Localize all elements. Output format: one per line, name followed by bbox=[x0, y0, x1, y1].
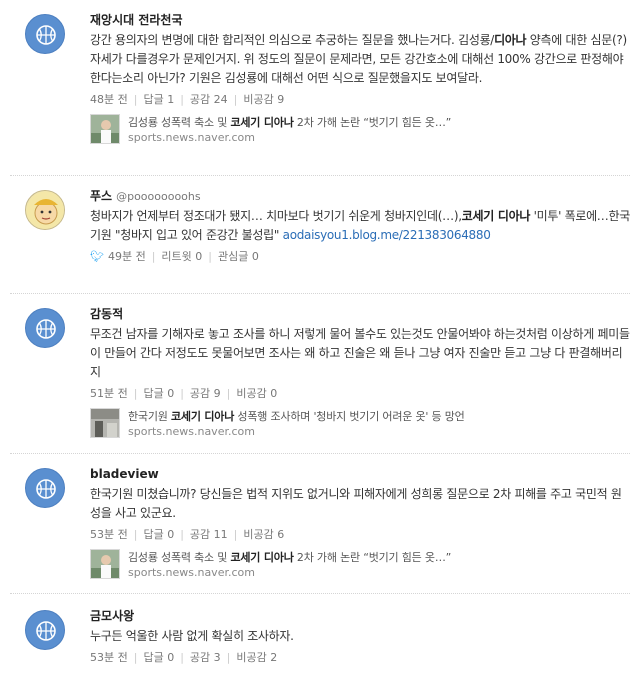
twitter-icon: 🐦︎ bbox=[90, 250, 104, 263]
news-thumbnail bbox=[90, 114, 120, 144]
dislike-button[interactable]: 비공감 0 bbox=[236, 386, 277, 402]
news-thumbnail bbox=[90, 549, 120, 579]
comment-text: 강간 용의자의 변명에 대한 합리적인 의심으로 추궁하는 질문을 했나는거다.… bbox=[90, 33, 627, 85]
timestamp: 49분 전 bbox=[107, 250, 146, 263]
like-button[interactable]: 공감 3 bbox=[190, 650, 221, 666]
reply-button[interactable]: 답글 1 bbox=[143, 92, 174, 108]
comment-meta: 51분 전 | 답글 0 | 공감 9 | 비공감 0 bbox=[90, 386, 278, 402]
comment-text: 누구든 억울한 사람 없게 확실히 조사하자. bbox=[90, 629, 294, 643]
author-name[interactable]: 푸스 @poooooooohs bbox=[90, 188, 630, 204]
basketball-icon[interactable] bbox=[25, 308, 65, 348]
comment-text: 한국기원 미쳤습니까? 당신들은 법적 지위도 없거니와 피해자에게 성희롱 질… bbox=[90, 487, 622, 520]
dislike-button[interactable]: 비공감 9 bbox=[243, 92, 284, 108]
news-title: 김성룡 성폭력 축소 및 코세기 디아나 2차 가해 논란 “벗기기 힘든 옷…… bbox=[128, 116, 452, 129]
like-button[interactable]: 공감 11 bbox=[190, 527, 228, 543]
comment-item: bladeview 한국기원 미쳤습니까? 당신들은 법적 지위도 없거니와 피… bbox=[0, 454, 640, 594]
comment-item: 금모사왕 누구든 억울한 사람 없게 확실히 조사하자. 53분 전 | 답글 0 |… bbox=[0, 594, 640, 674]
comment-meta: 48분 전 | 답글 1 | 공감 24 | 비공감 9 bbox=[90, 92, 285, 108]
author-handle: @poooooooohs bbox=[116, 190, 201, 203]
timestamp: 51분 전 bbox=[90, 387, 128, 400]
timestamp: 48분 전 bbox=[90, 93, 128, 106]
interest-button[interactable]: 관심글 0 bbox=[218, 249, 259, 265]
like-button[interactable]: 공감 24 bbox=[190, 92, 228, 108]
news-link[interactable]: 김성룡 성폭력 축소 및 코세기 디아나 2차 가해 논란 “벗기기 힘든 옷…… bbox=[90, 114, 630, 152]
author-name[interactable]: bladeview bbox=[90, 466, 630, 482]
timestamp: 53분 전 bbox=[90, 651, 128, 664]
reply-button[interactable]: 답글 0 bbox=[143, 650, 174, 666]
news-title: 한국기원 코세기 디아나 성폭행 조사하며 '청바지 벗기기 어려운 옷' 등 … bbox=[128, 410, 465, 423]
author-name[interactable]: 재앙시대 전라천국 bbox=[90, 12, 630, 28]
avatar[interactable] bbox=[25, 190, 65, 230]
reply-button[interactable]: 답글 0 bbox=[143, 527, 174, 543]
dislike-button[interactable]: 비공감 2 bbox=[236, 650, 277, 666]
news-source: sports.news.naver.com bbox=[128, 425, 255, 438]
comment-meta: 🐦︎ 49분 전 | 리트윗 0 | 관심글 0 bbox=[90, 249, 259, 265]
timestamp: 53분 전 bbox=[90, 528, 128, 541]
comment-meta: 53분 전 | 답글 0 | 공감 3 | 비공감 2 bbox=[90, 650, 278, 666]
basketball-icon[interactable] bbox=[25, 14, 65, 54]
comment-meta: 53분 전 | 답글 0 | 공감 11 | 비공감 6 bbox=[90, 527, 285, 543]
basketball-icon[interactable] bbox=[25, 610, 65, 650]
like-button[interactable]: 공감 9 bbox=[190, 386, 221, 402]
author-name[interactable]: 감동적 bbox=[90, 306, 630, 322]
news-source: sports.news.naver.com bbox=[128, 566, 255, 579]
news-source: sports.news.naver.com bbox=[128, 131, 255, 144]
basketball-icon[interactable] bbox=[25, 468, 65, 508]
comment-item: 재앙시대 전라천국 강간 용의자의 변명에 대한 합리적인 의심으로 추궁하는 … bbox=[0, 0, 640, 176]
comment-item: 감동적 무조건 남자를 기해자로 놓고 조사를 하니 저렇게 물어 볼수도 있는… bbox=[0, 294, 640, 454]
blog-link[interactable]: aodaisyou1.blog.me/221383064880 bbox=[283, 228, 491, 242]
dislike-button[interactable]: 비공감 6 bbox=[243, 527, 284, 543]
comment-feed: 재앙시대 전라천국 강간 용의자의 변명에 대한 합리적인 의심으로 추궁하는 … bbox=[0, 0, 640, 674]
comment-text: 무조건 남자를 기해자로 놓고 조사를 하니 저렇게 물어 볼수도 있는것도 안… bbox=[90, 327, 630, 379]
news-link[interactable]: 김성룡 성폭력 축소 및 코세기 디아나 2차 가해 논란 “벗기기 힘든 옷…… bbox=[90, 549, 630, 587]
author-name[interactable]: 금모사왕 bbox=[90, 608, 630, 624]
retweet-button[interactable]: 리트윗 0 bbox=[161, 249, 202, 265]
news-link[interactable]: 한국기원 코세기 디아나 성폭행 조사하며 '청바지 벗기기 어려운 옷' 등 … bbox=[90, 408, 630, 446]
comment-item: 푸스 @poooooooohs 청바지가 언제부터 정조대가 됐지… 치마보다 벗… bbox=[0, 176, 640, 294]
reply-button[interactable]: 답글 0 bbox=[143, 386, 174, 402]
news-title: 김성룡 성폭력 축소 및 코세기 디아나 2차 가해 논란 “벗기기 힘든 옷…… bbox=[128, 551, 452, 564]
comment-text: 청바지가 언제부터 정조대가 됐지… 치마보다 벗기기 쉬운게 청바지인데(…)… bbox=[90, 209, 630, 242]
news-thumbnail bbox=[90, 408, 120, 438]
